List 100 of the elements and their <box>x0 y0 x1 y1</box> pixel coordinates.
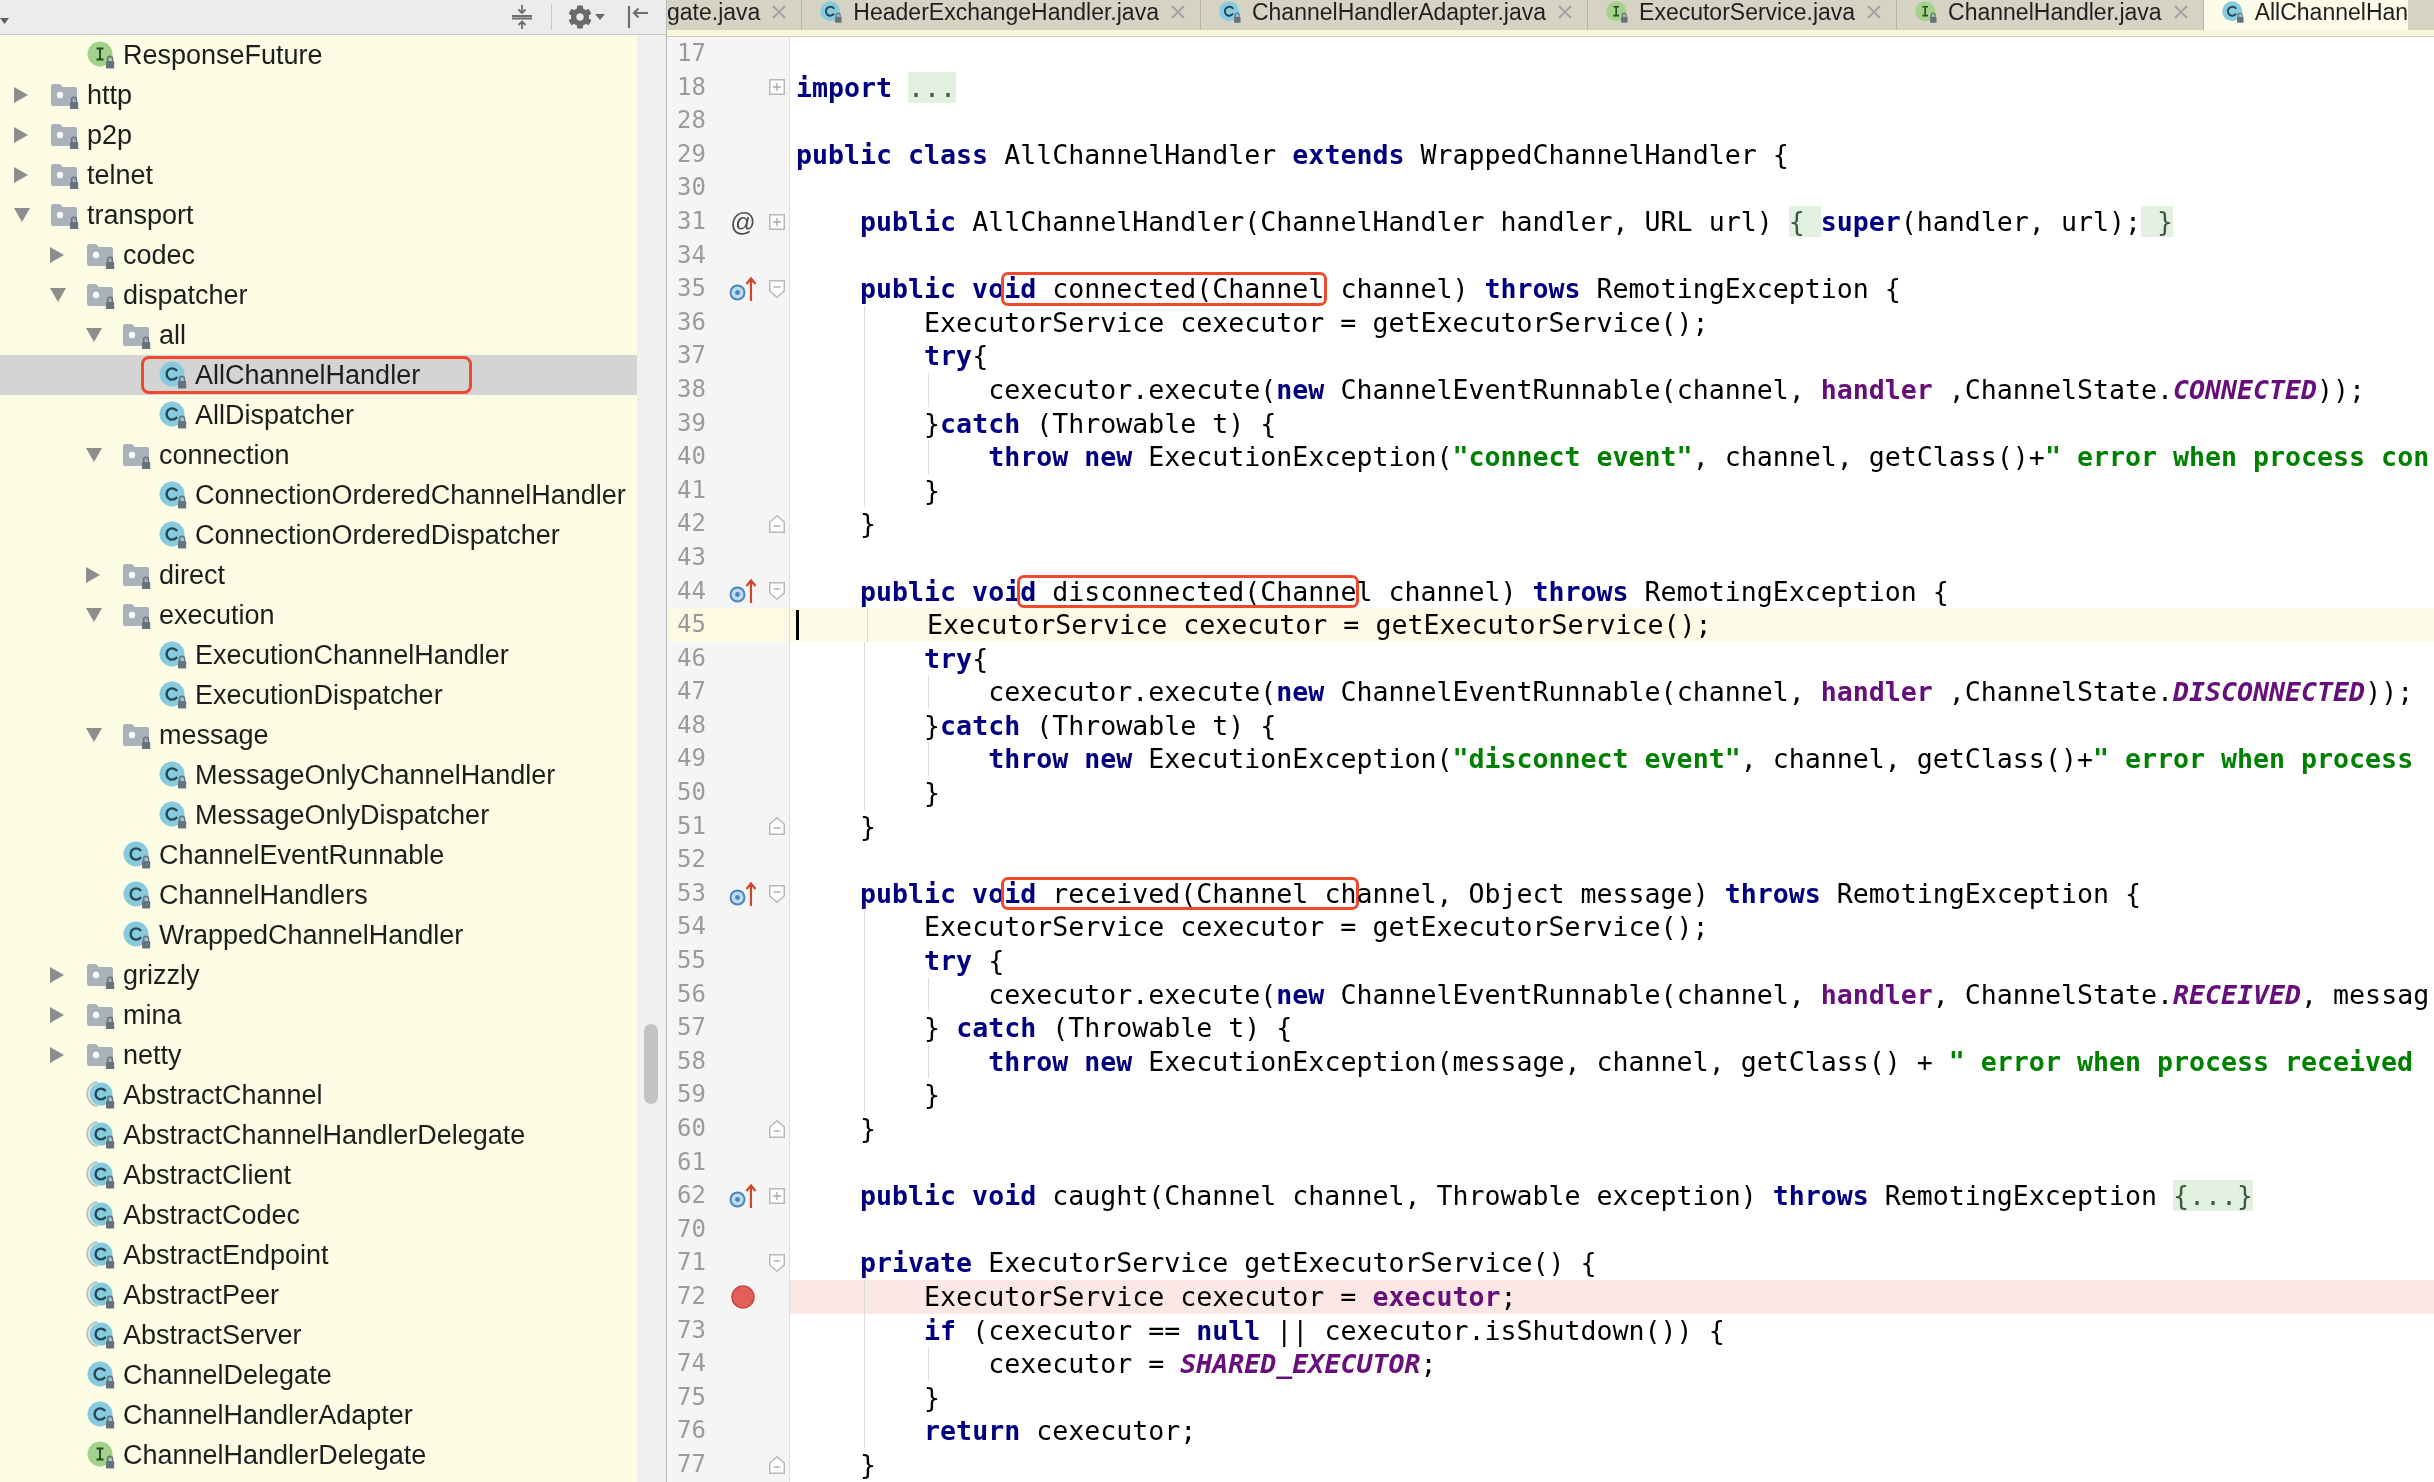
close-icon[interactable] <box>2173 5 2188 19</box>
tree-item[interactable]: AbstractEndpoint <box>0 1235 637 1275</box>
triangle-right-icon[interactable] <box>14 127 28 143</box>
line-number: 51 <box>677 810 706 842</box>
class-icon <box>158 520 188 550</box>
line-number: 48 <box>677 709 706 741</box>
code-line: } <box>859 1112 877 1146</box>
triangle-right-icon[interactable] <box>50 1007 64 1023</box>
tree-item[interactable]: AbstractClient <box>0 1155 637 1195</box>
editor-tab[interactable]: ChannelHandlerAdapter.java <box>1200 0 1589 30</box>
editor-tab[interactable]: ExecutorService.java <box>1588 0 1898 30</box>
fold-marker-icon[interactable] <box>768 1254 785 1273</box>
triangle-right-icon[interactable] <box>50 967 64 983</box>
circle-up-arrow-icon[interactable] <box>729 880 757 907</box>
tree-item[interactable]: http <box>0 75 637 115</box>
fold-marker-icon[interactable] <box>768 279 785 298</box>
caret-down-icon[interactable] <box>0 18 9 24</box>
triangle-down-icon[interactable] <box>86 328 102 342</box>
tree-item[interactable]: mina <box>0 995 637 1035</box>
tree-item[interactable]: connection <box>0 435 637 475</box>
tree-item[interactable]: ChannelHandlerAdapter <box>0 1395 637 1435</box>
class-icon <box>158 400 188 430</box>
folder-icon <box>122 601 152 629</box>
circle-up-arrow-icon[interactable] <box>729 275 757 302</box>
triangle-right-icon[interactable] <box>50 1047 64 1063</box>
line-number: 61 <box>677 1146 706 1178</box>
tree-item[interactable]: AbstractChannel <box>0 1075 637 1115</box>
triangle-right-icon[interactable] <box>50 247 64 263</box>
triangle-right-icon[interactable] <box>14 167 28 183</box>
tree-item[interactable]: all <box>0 315 637 355</box>
tree-item[interactable]: WrappedChannelHandler <box>0 915 637 955</box>
editor-tab[interactable]: ChannelHandler.java <box>1897 0 2204 30</box>
tree-item[interactable]: AllDispatcher <box>0 395 637 435</box>
tree-item[interactable]: ChannelHandlerDelegate <box>0 1435 637 1475</box>
triangle-down-icon[interactable] <box>50 288 66 302</box>
tree-item[interactable]: ConnectionOrderedChannelHandler <box>0 475 637 515</box>
close-icon[interactable] <box>772 5 787 19</box>
fold-marker-icon[interactable] <box>768 817 785 836</box>
fold-marker-icon[interactable] <box>768 1455 785 1474</box>
line-number: 43 <box>677 541 706 573</box>
tree-item[interactable]: ResponseFuture <box>0 35 637 75</box>
tree-item[interactable]: transport <box>0 195 637 235</box>
tree-item[interactable]: AbstractPeer <box>0 1275 637 1315</box>
plus-box-icon[interactable] <box>768 213 785 230</box>
triangle-down-icon[interactable] <box>86 448 102 462</box>
settings-dropdown-button[interactable] <box>568 3 605 31</box>
editor-tab[interactable]: HeaderExchangeHandler.java <box>802 0 1201 30</box>
tree-item[interactable]: MessageOnlyChannelHandler <box>0 755 637 795</box>
collapse-all-icon[interactable] <box>511 5 533 29</box>
plus-box-icon[interactable] <box>768 1188 785 1204</box>
editor-tab[interactable]: AllChannelHan <box>2203 0 2409 30</box>
code-line: } <box>796 1380 941 1415</box>
tree-item[interactable]: ChannelHandlers <box>0 875 637 915</box>
tree-item[interactable]: codec <box>0 235 637 275</box>
close-icon[interactable] <box>1558 5 1573 19</box>
scrollbar-thumb[interactable] <box>644 1024 658 1104</box>
tree-item[interactable]: ChannelEventRunnable <box>0 835 637 875</box>
circle-up-arrow-icon[interactable] <box>729 1183 757 1209</box>
code-line: throw new ExecutionException(message, channel, getClass() + " error when process received <box>796 1044 2414 1079</box>
tree-item[interactable]: p2p <box>0 115 637 155</box>
breakpoint-icon[interactable] <box>731 1284 755 1309</box>
circle-up-arrow-icon[interactable] <box>729 578 757 605</box>
interface-icon <box>86 40 116 70</box>
fold-marker-icon[interactable] <box>768 1119 785 1138</box>
folder-icon <box>122 561 152 589</box>
editor-tab[interactable]: gate.java <box>667 0 803 30</box>
tree-item[interactable]: execution <box>0 595 637 635</box>
plus-box-icon[interactable] <box>768 79 785 96</box>
class-icon <box>86 1400 116 1430</box>
tree-item[interactable]: AllChannelHandler <box>0 355 637 395</box>
tree-item[interactable]: ChannelDelegate <box>0 1355 637 1395</box>
tree-item[interactable]: netty <box>0 1035 637 1075</box>
tree-item[interactable]: ExecutionChannelHandler <box>0 635 637 675</box>
fold-marker-icon[interactable] <box>768 884 785 903</box>
fold-marker-icon[interactable] <box>768 515 785 534</box>
tree-item[interactable]: telnet <box>0 155 637 195</box>
tree-item[interactable]: ConnectionOrderedDispatcher <box>0 515 637 555</box>
tree-item[interactable]: grizzly <box>0 955 637 995</box>
close-icon[interactable] <box>1170 5 1185 19</box>
tree-item[interactable]: MessageOnlyDispatcher <box>0 795 637 835</box>
triangle-down-icon[interactable] <box>14 208 30 222</box>
triangle-down-icon[interactable] <box>86 728 102 742</box>
tree-item[interactable]: AbstractCodec <box>0 1195 637 1235</box>
triangle-down-icon[interactable] <box>86 608 102 622</box>
annotation-marker[interactable]: @ <box>730 207 756 236</box>
tree-item[interactable]: message <box>0 715 637 755</box>
tree-item[interactable]: AbstractChannelHandlerDelegate <box>0 1115 637 1155</box>
fold-marker-icon[interactable] <box>768 582 785 601</box>
tree-item[interactable]: dispatcher <box>0 275 637 315</box>
tree-item[interactable]: ExecutionDispatcher <box>0 675 637 715</box>
tree-item[interactable]: direct <box>0 555 637 595</box>
line-number: 62 <box>677 1180 706 1212</box>
code-line: ExecutorService cexecutor = executor; <box>796 1279 1517 1314</box>
bar-arrow-left-icon[interactable] <box>627 5 649 29</box>
line-number: 75 <box>677 1381 706 1413</box>
triangle-right-icon[interactable] <box>86 567 100 583</box>
close-icon[interactable] <box>1867 5 1882 19</box>
triangle-right-icon[interactable] <box>14 87 28 103</box>
tree-item[interactable]: AbstractServer <box>0 1315 637 1355</box>
code-line: } <box>859 1447 877 1482</box>
